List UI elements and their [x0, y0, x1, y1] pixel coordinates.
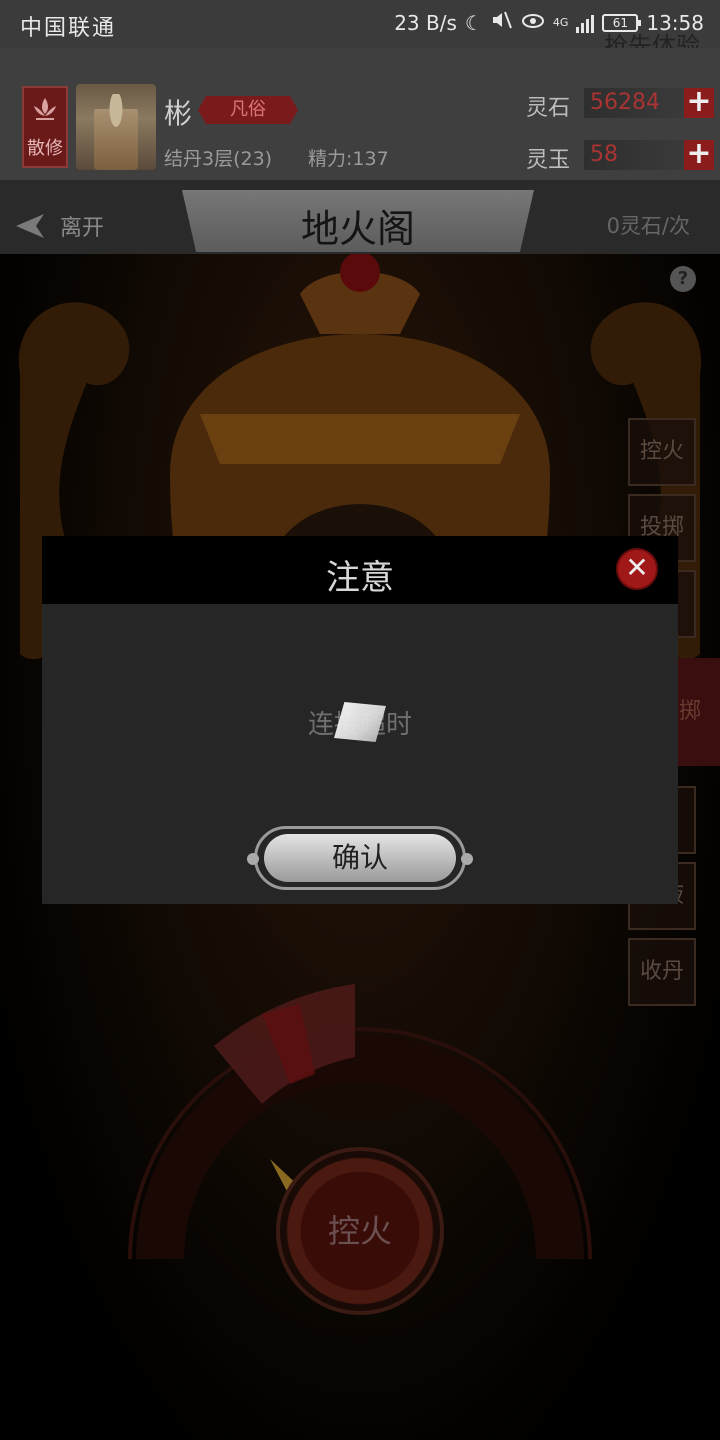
spirit-stone-label: 灵石	[526, 96, 571, 121]
alert-dialog: 注意 ✕ 连接超时 确认	[42, 536, 678, 904]
help-icon[interactable]: ?	[670, 266, 696, 292]
realm-level: 结丹3层(23)	[164, 148, 273, 170]
confirm-button[interactable]: 确认	[264, 834, 456, 882]
signal-icon	[576, 13, 595, 33]
carrier-label: 中国联通	[20, 16, 117, 41]
net-speed: 23 B/s	[394, 10, 457, 35]
eye-icon	[521, 11, 545, 35]
energy-value: 精力:137	[308, 148, 389, 170]
mute-icon	[491, 10, 513, 35]
leave-label: 离开	[60, 216, 105, 241]
avatar[interactable]	[76, 84, 156, 170]
network-type: 4G	[552, 15, 569, 29]
dialog-title: 注意	[326, 558, 394, 598]
add-spirit-stone-button[interactable]: +	[684, 87, 714, 118]
leave-button[interactable]: 离开	[14, 210, 104, 242]
spirit-stone-value: 56284	[584, 88, 684, 118]
close-icon[interactable]: ✕	[616, 548, 658, 590]
page-title: 地火阁	[300, 207, 415, 251]
add-spirit-jade-button[interactable]: +	[684, 139, 714, 170]
nav-bar: 离开 地火阁 0灵石/次	[0, 180, 720, 254]
lotus-icon	[34, 98, 56, 120]
control-fire-button[interactable]: 控火	[276, 1147, 444, 1315]
sect-badge[interactable]: 散修	[22, 86, 68, 168]
moon-icon: ☾	[464, 10, 483, 35]
side-button-control-fire[interactable]: 控火	[628, 418, 696, 486]
spirit-jade-value: 58	[584, 140, 684, 170]
rank-tag: 凡俗	[198, 96, 298, 124]
player-name: 彬	[164, 97, 193, 130]
cost-per-use: 0灵石/次	[606, 214, 690, 238]
sect-badge-label: 散修	[27, 138, 63, 159]
avatar-figure	[94, 94, 138, 170]
spirit-jade-label: 灵玉	[526, 148, 571, 173]
player-header: 散修 彬 凡俗 结丹3层(23) 精力:137 灵石 56284 + 灵玉 58…	[0, 48, 720, 180]
status-bar: 中国联通 23 B/s ☾ 4G 61 13:58 抢先体验	[0, 0, 720, 60]
back-arrow-icon	[16, 214, 44, 238]
